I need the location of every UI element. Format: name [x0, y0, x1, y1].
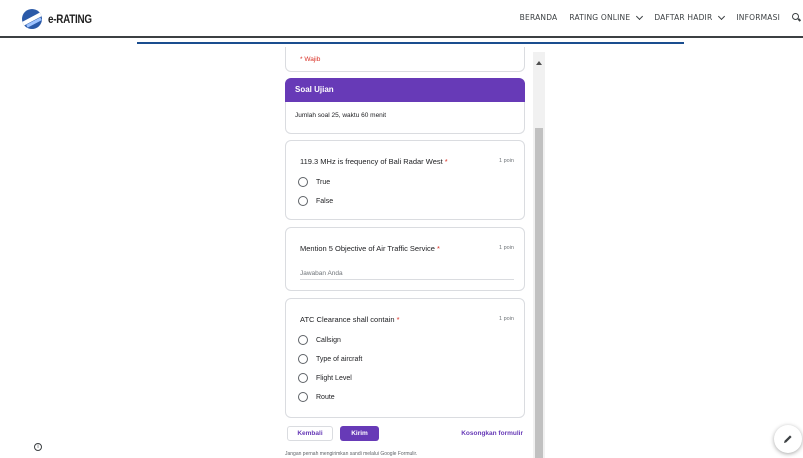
- chevron-down-icon: [718, 12, 726, 20]
- scroll-up-arrow-icon[interactable]: [536, 61, 542, 65]
- question-card: Mention 5 Objective of Air Traffic Servi…: [285, 227, 525, 291]
- nav-item-beranda[interactable]: BERANDA: [520, 13, 558, 22]
- clear-form-link[interactable]: Kosongkan formulir: [461, 430, 523, 437]
- content-divider: [137, 42, 684, 44]
- brand-name: e-RATING: [48, 12, 92, 26]
- question-text: 119.3 MHz is frequency of Bali Radar Wes…: [300, 157, 443, 166]
- brand[interactable]: e-RATING: [22, 9, 101, 29]
- option-label: False: [316, 197, 334, 205]
- required-note: * Wajib: [300, 56, 321, 63]
- scrollbar-thumb[interactable]: [535, 128, 543, 458]
- radio-option-true[interactable]: True: [298, 177, 330, 187]
- question-points: 1 poin: [499, 245, 514, 251]
- radio-option-flight-level[interactable]: Flight Level: [298, 373, 352, 383]
- question-text: Mention 5 Objective of Air Traffic Servi…: [300, 244, 435, 253]
- radio-button[interactable]: [298, 196, 308, 206]
- radio-option-route[interactable]: Route: [298, 392, 335, 402]
- nav-item-daftar-hadir[interactable]: DAFTAR HADIR: [654, 12, 726, 22]
- radio-button[interactable]: [298, 354, 308, 364]
- question-text: ATC Clearance shall contain: [300, 315, 395, 324]
- question-card: ATC Clearance shall contain * 1 poin Cal…: [285, 298, 525, 418]
- nav-item-label: BERANDA: [519, 13, 558, 22]
- info-icon[interactable]: i: [34, 443, 42, 451]
- edit-button[interactable]: [774, 425, 802, 453]
- option-label: Callsign: [316, 336, 341, 344]
- required-mark: *: [437, 244, 440, 253]
- form-scrollbar[interactable]: [533, 52, 545, 458]
- nav-item-informasi[interactable]: INFORMASI: [736, 13, 780, 22]
- logo-icon: [22, 9, 42, 29]
- nav-item-rating-online[interactable]: RATING ONLINE: [569, 12, 644, 22]
- nav-item-label: RATING ONLINE: [569, 13, 631, 22]
- section-title: Soal Ujian: [295, 85, 334, 94]
- footer-note: Jangan pernah mengirimkan sandi melalui …: [285, 451, 418, 457]
- submit-button[interactable]: Kirim: [340, 426, 379, 441]
- search-icon[interactable]: [792, 13, 801, 22]
- question-title: ATC Clearance shall contain *: [300, 315, 400, 324]
- option-label: Type of aircraft: [316, 355, 363, 363]
- embedded-form: * Wajib Soal Ujian Jumlah soal 25, waktu…: [285, 47, 545, 458]
- section-header: Soal Ujian: [285, 78, 525, 102]
- radio-option-type-of-aircraft[interactable]: Type of aircraft: [298, 354, 362, 364]
- required-mark: *: [396, 315, 400, 324]
- question-card: 119.3 MHz is frequency of Bali Radar Wes…: [285, 140, 525, 220]
- answer-input[interactable]: [300, 268, 514, 280]
- radio-option-false[interactable]: False: [298, 196, 333, 206]
- chevron-down-icon: [636, 12, 644, 20]
- radio-button[interactable]: [298, 392, 308, 402]
- nav-item-label: INFORMASI: [736, 13, 780, 22]
- question-title: 119.3 MHz is frequency of Bali Radar Wes…: [300, 157, 448, 166]
- back-button[interactable]: Kembali: [287, 426, 333, 441]
- question-points: 1 poin: [499, 316, 514, 322]
- option-label: True: [316, 178, 331, 186]
- radio-button[interactable]: [298, 177, 308, 187]
- radio-option-callsign[interactable]: Callsign: [298, 335, 341, 345]
- form-header-card: * Wajib: [285, 47, 525, 72]
- navbar-divider: [0, 36, 803, 38]
- radio-button[interactable]: [298, 335, 308, 345]
- option-label: Route: [316, 393, 335, 401]
- nav-item-label: DAFTAR HADIR: [654, 13, 713, 22]
- section-description: Jumlah soal 25, waktu 60 menit: [295, 112, 387, 119]
- edit-pencil-icon: [784, 435, 792, 443]
- main-nav: BERANDA RATING ONLINE DAFTAR HADIR INFOR…: [508, 12, 801, 22]
- top-navbar: e-RATING BERANDA RATING ONLINE DAFTAR HA…: [0, 0, 803, 36]
- question-title: Mention 5 Objective of Air Traffic Servi…: [300, 244, 440, 253]
- required-mark: *: [444, 157, 448, 166]
- option-label: Flight Level: [316, 374, 352, 382]
- question-points: 1 poin: [499, 158, 514, 164]
- radio-button[interactable]: [298, 373, 308, 383]
